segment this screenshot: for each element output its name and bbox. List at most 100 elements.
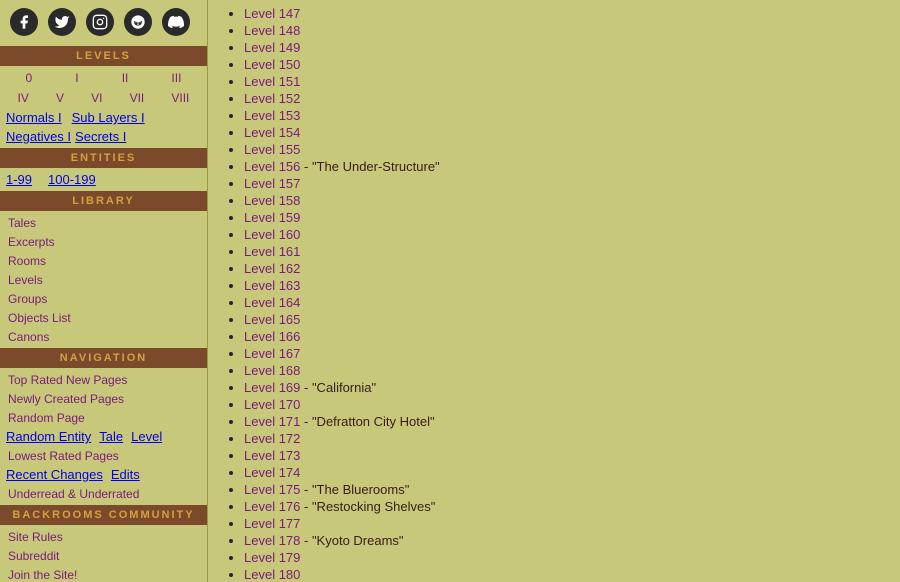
sidebar-item-join[interactable]: Join the Site! bbox=[0, 565, 207, 582]
negatives-i-link[interactable]: Negatives I bbox=[6, 129, 71, 144]
level-147-link[interactable]: Level 147 bbox=[244, 6, 300, 21]
list-item: Level 165 bbox=[244, 312, 884, 327]
level-row-1: 0 I II III bbox=[0, 68, 207, 88]
level-171-desc: - "Defratton City Hotel" bbox=[300, 414, 434, 429]
list-item: Level 172 bbox=[244, 431, 884, 446]
sidebar-item-levels[interactable]: Levels bbox=[0, 270, 207, 289]
level-154-link[interactable]: Level 154 bbox=[244, 125, 300, 140]
level-157-link[interactable]: Level 157 bbox=[244, 176, 300, 191]
list-item: Level 174 bbox=[244, 465, 884, 480]
level-179-link[interactable]: Level 179 bbox=[244, 550, 300, 565]
list-item: Level 169 - "California" bbox=[244, 380, 884, 395]
level-165-link[interactable]: Level 165 bbox=[244, 312, 300, 327]
entities-100-199-link[interactable]: 100-199 bbox=[48, 172, 96, 187]
level-149-link[interactable]: Level 149 bbox=[244, 40, 300, 55]
level-169-desc: - "California" bbox=[300, 380, 376, 395]
library-header: LIBRARY bbox=[0, 191, 207, 211]
secrets-i-link[interactable]: Secrets I bbox=[75, 129, 126, 144]
sidebar-item-random-page[interactable]: Random Page bbox=[0, 408, 207, 427]
level-167-link[interactable]: Level 167 bbox=[244, 346, 300, 361]
level-178-link[interactable]: Level 178 bbox=[244, 533, 300, 548]
list-item: Level 151 bbox=[244, 74, 884, 89]
level-i-link[interactable]: I bbox=[75, 71, 78, 85]
sidebar-item-subreddit[interactable]: Subreddit bbox=[0, 546, 207, 565]
recent-changes-link[interactable]: Recent Changes bbox=[6, 467, 103, 482]
level-148-link[interactable]: Level 148 bbox=[244, 23, 300, 38]
edits-link[interactable]: Edits bbox=[111, 467, 140, 482]
nav-multi-row: Random Entity Tale Level bbox=[0, 427, 207, 446]
level-171-link[interactable]: Level 171 bbox=[244, 414, 300, 429]
reddit-icon[interactable] bbox=[124, 8, 152, 36]
instagram-icon[interactable] bbox=[86, 8, 114, 36]
normals-row: Normals I Sub Layers I bbox=[0, 108, 207, 127]
list-item: Level 150 bbox=[244, 57, 884, 72]
level-160-link[interactable]: Level 160 bbox=[244, 227, 300, 242]
list-item: Level 176 - "Restocking Shelves" bbox=[244, 499, 884, 514]
entities-row: 1-99 100-199 bbox=[0, 170, 207, 189]
sidebar-item-excerpts[interactable]: Excerpts bbox=[0, 232, 207, 251]
list-item: Level 157 bbox=[244, 176, 884, 191]
level-172-link[interactable]: Level 172 bbox=[244, 431, 300, 446]
level-163-link[interactable]: Level 163 bbox=[244, 278, 300, 293]
twitter-icon[interactable] bbox=[48, 8, 76, 36]
level-vii-link[interactable]: VII bbox=[130, 91, 145, 105]
facebook-icon[interactable] bbox=[10, 8, 38, 36]
entities-1-99-link[interactable]: 1-99 bbox=[6, 172, 32, 187]
level-173-link[interactable]: Level 173 bbox=[244, 448, 300, 463]
list-item: Level 162 bbox=[244, 261, 884, 276]
list-item: Level 175 - "The Bluerooms" bbox=[244, 482, 884, 497]
tale-link[interactable]: Tale bbox=[99, 429, 123, 444]
level-iii-link[interactable]: III bbox=[171, 71, 181, 85]
discord-icon[interactable] bbox=[162, 8, 190, 36]
level-175-link[interactable]: Level 175 bbox=[244, 482, 300, 497]
level-vi-link[interactable]: VI bbox=[91, 91, 102, 105]
level-166-link[interactable]: Level 166 bbox=[244, 329, 300, 344]
normals-i-link[interactable]: Normals I bbox=[6, 110, 62, 125]
level-v-link[interactable]: V bbox=[56, 91, 64, 105]
level-169-link[interactable]: Level 169 bbox=[244, 380, 300, 395]
level-176-link[interactable]: Level 176 bbox=[244, 499, 300, 514]
level-174-link[interactable]: Level 174 bbox=[244, 465, 300, 480]
sidebar-item-rooms[interactable]: Rooms bbox=[0, 251, 207, 270]
list-item: Level 148 bbox=[244, 23, 884, 38]
random-entity-link[interactable]: Random Entity bbox=[6, 429, 91, 444]
level-150-link[interactable]: Level 150 bbox=[244, 57, 300, 72]
sidebar-item-newly-created[interactable]: Newly Created Pages bbox=[0, 389, 207, 408]
level-177-link[interactable]: Level 177 bbox=[244, 516, 300, 531]
level-178-desc: - "Kyoto Dreams" bbox=[300, 533, 403, 548]
list-item: Level 160 bbox=[244, 227, 884, 242]
list-item: Level 163 bbox=[244, 278, 884, 293]
list-item: Level 149 bbox=[244, 40, 884, 55]
level-161-link[interactable]: Level 161 bbox=[244, 244, 300, 259]
level-153-link[interactable]: Level 153 bbox=[244, 108, 300, 123]
level-170-link[interactable]: Level 170 bbox=[244, 397, 300, 412]
level-164-link[interactable]: Level 164 bbox=[244, 295, 300, 310]
sidebar-item-site-rules[interactable]: Site Rules bbox=[0, 527, 207, 546]
level-158-link[interactable]: Level 158 bbox=[244, 193, 300, 208]
level-159-link[interactable]: Level 159 bbox=[244, 210, 300, 225]
list-item: Level 177 bbox=[244, 516, 884, 531]
level-152-link[interactable]: Level 152 bbox=[244, 91, 300, 106]
level-155-link[interactable]: Level 155 bbox=[244, 142, 300, 157]
sidebar-item-top-rated[interactable]: Top Rated New Pages bbox=[0, 370, 207, 389]
level-iv-link[interactable]: IV bbox=[18, 91, 29, 105]
level-180-link[interactable]: Level 180 bbox=[244, 567, 300, 582]
sidebar-item-objects-list[interactable]: Objects List bbox=[0, 308, 207, 327]
sidebar-item-lowest-rated[interactable]: Lowest Rated Pages bbox=[0, 446, 207, 465]
sidebar-item-groups[interactable]: Groups bbox=[0, 289, 207, 308]
sidebar-item-tales[interactable]: Tales bbox=[0, 213, 207, 232]
level-viii-link[interactable]: VIII bbox=[171, 91, 189, 105]
sidebar-item-canons[interactable]: Canons bbox=[0, 327, 207, 346]
level-156-link[interactable]: Level 156 bbox=[244, 159, 300, 174]
sub-layers-i-link[interactable]: Sub Layers I bbox=[72, 110, 145, 125]
sidebar-item-underread[interactable]: Underread & Underrated bbox=[0, 484, 207, 503]
level-link[interactable]: Level bbox=[131, 429, 162, 444]
list-item: Level 158 bbox=[244, 193, 884, 208]
level-162-link[interactable]: Level 162 bbox=[244, 261, 300, 276]
community-header: BACKROOMS COMMUNITY bbox=[0, 505, 207, 525]
level-ii-link[interactable]: II bbox=[122, 71, 129, 85]
entities-header: ENTITIES bbox=[0, 148, 207, 168]
level-151-link[interactable]: Level 151 bbox=[244, 74, 300, 89]
level-168-link[interactable]: Level 168 bbox=[244, 363, 300, 378]
level-0-link[interactable]: 0 bbox=[26, 71, 33, 85]
